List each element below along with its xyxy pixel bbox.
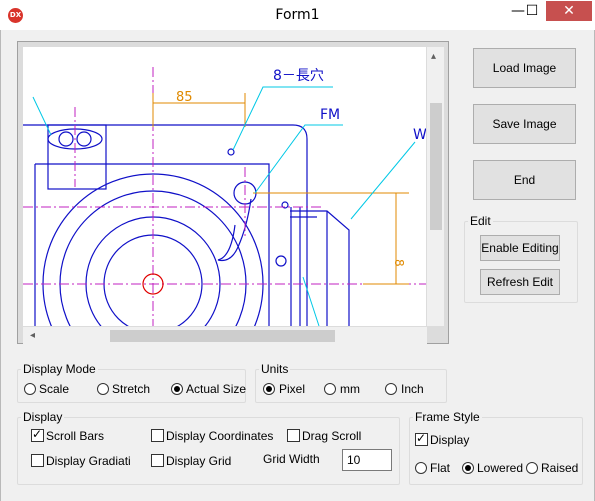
display-group: Display: [17, 410, 400, 485]
pixel-label: Pixel: [279, 382, 306, 396]
scroll-left-arrow[interactable]: ◂: [30, 330, 35, 342]
pixel-radio[interactable]: [263, 383, 275, 395]
maximize-button[interactable]: ☐: [519, 0, 545, 22]
drag-scroll-checkbox[interactable]: [287, 429, 300, 442]
scale-label: Scale: [39, 382, 70, 396]
actual-size-radio[interactable]: [171, 383, 183, 395]
actual-size-label: Actual Size: [186, 382, 247, 396]
leader-fm: [254, 124, 343, 194]
dim-85-label: 85: [176, 90, 193, 105]
lowered-radio[interactable]: [462, 462, 474, 474]
display-mode-legend: Display Mode: [23, 362, 96, 376]
leader-holes: [232, 86, 333, 151]
drag-scroll-label: Drag Scroll: [302, 429, 362, 443]
display-coordinates-checkbox[interactable]: [151, 429, 164, 442]
end-button[interactable]: End: [473, 160, 576, 200]
display-gradiati-label: Display Gradiati: [46, 454, 131, 468]
display-grid-label: Display Grid: [166, 454, 232, 468]
right-block: [290, 210, 350, 326]
units-legend: Units: [261, 362, 289, 376]
lowered-label: Lowered: [477, 461, 524, 475]
frame-display-label: Display: [430, 433, 470, 447]
frame-style-legend: Frame Style: [415, 410, 480, 424]
display-grid-checkbox[interactable]: [151, 454, 164, 467]
outer-outline: [23, 124, 308, 326]
small-hole-3: [275, 255, 287, 267]
grid-width-input[interactable]: 10: [342, 449, 392, 471]
leader-left: [32, 96, 52, 136]
stretch-label: Stretch: [112, 382, 151, 396]
note-holes-label: 8－長穴: [273, 68, 324, 84]
note-fm-label: FM: [320, 107, 340, 123]
drawing-canvas[interactable]: 85 8－長穴 FM W 8: [23, 47, 426, 326]
scroll-up-arrow[interactable]: ▴: [431, 51, 436, 63]
stretch-radio[interactable]: [97, 383, 109, 395]
inner-outline: [35, 163, 270, 326]
scroll-bars-label: Scroll Bars: [46, 429, 105, 443]
hook-shape: [217, 198, 252, 262]
slot-block: [47, 124, 107, 190]
mm-radio[interactable]: [324, 383, 336, 395]
vertical-scroll-thumb[interactable]: [430, 103, 442, 230]
grid-width-label: Grid Width: [263, 452, 320, 466]
raised-radio[interactable]: [526, 462, 538, 474]
display-gradiati-checkbox[interactable]: [31, 454, 44, 467]
refresh-edit-button[interactable]: Refresh Edit: [480, 269, 560, 295]
horizontal-scroll-thumb[interactable]: [110, 330, 335, 342]
scroll-bars-checkbox[interactable]: [31, 427, 44, 442]
display-legend: Display: [23, 410, 63, 424]
flat-radio[interactable]: [415, 462, 427, 474]
display-coordinates-label: Display Coordinates: [166, 429, 274, 443]
raised-label: Raised: [541, 461, 579, 475]
inch-radio[interactable]: [385, 383, 397, 395]
scale-radio[interactable]: [24, 383, 36, 395]
flat-label: Flat: [430, 461, 451, 475]
slot-hole-left: [58, 131, 74, 147]
edit-legend: Edit: [470, 214, 491, 228]
load-image-button[interactable]: Load Image: [473, 48, 576, 88]
leader-w: [350, 141, 416, 220]
save-image-button[interactable]: Save Image: [473, 104, 576, 144]
slot-hole-right: [76, 131, 92, 147]
enable-editing-button[interactable]: Enable Editing: [480, 235, 560, 261]
note-w-label: W: [413, 127, 426, 143]
dim-side-label: 8: [392, 259, 406, 267]
frame-display-checkbox[interactable]: [415, 431, 428, 446]
mm-label: mm: [340, 382, 360, 396]
technical-drawing: 85 8－長穴 FM W 8: [23, 67, 426, 326]
close-button[interactable]: ✕: [546, 1, 592, 21]
inch-label: Inch: [401, 382, 424, 396]
